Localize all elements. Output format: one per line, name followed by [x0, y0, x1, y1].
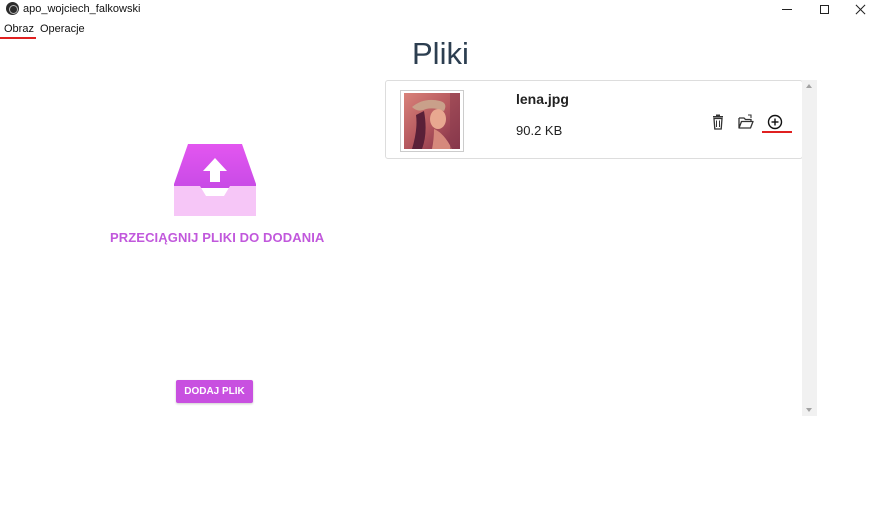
close-icon	[855, 4, 866, 15]
page-title: Pliki	[412, 36, 469, 71]
window-title: apo_wojciech_falkowski	[23, 3, 141, 15]
scrollbar[interactable]	[802, 80, 817, 416]
maximize-icon	[819, 4, 829, 14]
plus-circle-icon[interactable]	[767, 114, 783, 130]
add-file-button[interactable]: DODAJ PLIK	[176, 380, 253, 403]
dropzone-text: PRZECIĄGNIJ PLIKI DO DODANIA	[110, 230, 325, 245]
menu-operacje[interactable]: Operacje	[36, 21, 88, 39]
thumbnail-frame	[400, 90, 464, 152]
trash-icon[interactable]	[710, 114, 726, 130]
upload-tray-icon[interactable]	[174, 144, 256, 216]
folder-open-icon[interactable]	[738, 114, 754, 130]
title-bar: apo_wojciech_falkowski	[0, 0, 877, 18]
scroll-up-icon[interactable]	[806, 84, 812, 88]
file-list: lena.jpg 90.2 KB	[385, 80, 817, 416]
image-thumbnail	[404, 93, 460, 149]
maximize-button[interactable]	[807, 0, 841, 18]
app-logo-icon	[6, 2, 19, 15]
minimize-button[interactable]	[770, 0, 804, 18]
highlight-underline	[762, 131, 792, 133]
close-button[interactable]	[843, 0, 877, 18]
file-size: 90.2 KB	[516, 123, 563, 138]
file-card: lena.jpg 90.2 KB	[385, 80, 803, 159]
minimize-icon	[782, 8, 792, 10]
scroll-down-icon[interactable]	[806, 408, 812, 412]
menu-bar: Obraz Operacje	[0, 21, 88, 39]
file-name: lena.jpg	[516, 91, 569, 107]
menu-obraz[interactable]: Obraz	[0, 21, 36, 39]
